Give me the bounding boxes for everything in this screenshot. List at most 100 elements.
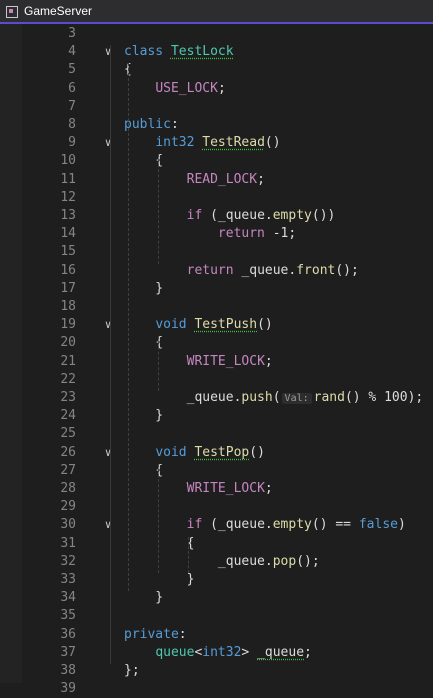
code-text[interactable]: }	[124, 280, 163, 298]
fold-chevron-down-icon[interactable]: ∨	[102, 444, 114, 462]
code-text[interactable]: public:	[124, 116, 179, 134]
code-text[interactable]: {	[124, 535, 195, 553]
code-line[interactable]: 18	[0, 298, 433, 316]
code-token: }	[124, 408, 164, 424]
code-line[interactable]: 4 ∨ class TestLock	[0, 43, 433, 61]
code-text[interactable]: }	[124, 571, 195, 589]
code-line[interactable]: 12	[0, 189, 433, 207]
code-text[interactable]: WRITE_LOCK;	[124, 480, 273, 498]
code-text[interactable]: };	[124, 662, 140, 680]
code-line[interactable]: 32 _queue.pop();	[0, 553, 433, 571]
code-line[interactable]: 13 if (_queue.empty())	[0, 207, 433, 225]
code-text[interactable]: class TestLock	[124, 43, 234, 61]
line-number: 25	[60, 426, 76, 442]
code-text[interactable]: }	[124, 407, 163, 425]
code-token: false	[358, 517, 398, 533]
code-line[interactable]: 27 {	[0, 462, 433, 480]
code-token: if	[186, 517, 203, 533]
code-line[interactable]: 24 }	[0, 407, 433, 425]
fold-chevron-down-icon[interactable]: ∨	[102, 516, 114, 534]
code-line[interactable]: 10 {	[0, 152, 433, 170]
code-text[interactable]: return _queue.front();	[124, 262, 359, 280]
code-text[interactable]: void TestPush()	[124, 316, 272, 334]
line-number: 30	[60, 517, 76, 533]
code-line[interactable]: 7	[0, 98, 433, 116]
code-token: USE_LOCK	[155, 80, 218, 96]
code-token: READ_LOCK	[186, 171, 258, 187]
code-line[interactable]: 5{	[0, 61, 433, 79]
code-line[interactable]: 23 _queue.push(Val: rand() % 100);	[0, 389, 433, 407]
code-token: () ==	[311, 517, 359, 533]
fold-chevron-down-icon[interactable]: ∨	[102, 134, 114, 152]
code-text[interactable]: private:	[124, 626, 187, 644]
code-token: ())	[311, 208, 336, 223]
code-token: >	[241, 644, 258, 660]
code-line[interactable]: 29	[0, 498, 433, 516]
code-line[interactable]: 36 private:	[0, 626, 433, 644]
fold-chevron-down-icon[interactable]: ∨	[102, 316, 114, 334]
code-line[interactable]: 28 WRITE_LOCK;	[0, 480, 433, 498]
code-line[interactable]: 8 public:	[0, 116, 433, 134]
code-line[interactable]: 38};	[0, 662, 433, 680]
line-number: 24	[60, 408, 76, 424]
fold-chevron-down-icon[interactable]: ∨	[102, 43, 114, 61]
code-token: ;	[264, 481, 273, 496]
code-token: ;	[257, 171, 265, 187]
code-line[interactable]: 3	[0, 25, 433, 43]
code-text[interactable]: _queue.push(Val: rand() % 100);	[124, 389, 424, 408]
code-text[interactable]: USE_LOCK;	[124, 80, 225, 98]
code-token: int32	[155, 135, 195, 151]
code-line[interactable]: 25	[0, 425, 433, 443]
code-line[interactable]: 20 {	[0, 334, 433, 352]
code-token: ()	[264, 135, 281, 151]
code-line[interactable]: 15	[0, 243, 433, 261]
indent-guide	[158, 463, 159, 573]
code-line[interactable]: 35	[0, 607, 433, 625]
code-text[interactable]: if (_queue.empty() == false)	[124, 516, 406, 534]
code-text[interactable]: int32 TestRead()	[124, 134, 281, 152]
line-number: 6	[68, 80, 76, 96]
code-line[interactable]: 14 return -1;	[0, 225, 433, 243]
code-line[interactable]: 11 READ_LOCK;	[0, 171, 433, 189]
code-token: (_queue.	[202, 517, 273, 533]
line-number: 10	[60, 153, 76, 169]
code-text[interactable]: return -1;	[124, 225, 296, 243]
code-line[interactable]: 34 }	[0, 589, 433, 607]
code-token: };	[124, 663, 140, 678]
code-line[interactable]: 17 }	[0, 280, 433, 298]
code-line[interactable]: 30 ∨ if (_queue.empty() == false)	[0, 516, 433, 534]
code-token: :	[170, 117, 179, 132]
code-token: ();	[296, 553, 320, 569]
code-token: queue	[155, 644, 195, 660]
indent-guide	[128, 63, 129, 592]
code-text[interactable]: }	[124, 589, 163, 607]
code-line[interactable]: 16 return _queue.front();	[0, 262, 433, 280]
project-title[interactable]: GameServer	[24, 4, 92, 18]
code-token: if	[186, 208, 203, 223]
code-line[interactable]: 6 USE_LOCK;	[0, 80, 433, 98]
code-token: _queue	[257, 644, 305, 660]
code-text[interactable]: if (_queue.empty())	[124, 207, 336, 225]
code-text[interactable]: WRITE_LOCK;	[124, 353, 273, 371]
code-text[interactable]: _queue.pop();	[124, 553, 320, 571]
code-line[interactable]: 26 ∨ void TestPop()	[0, 444, 433, 462]
code-text[interactable]: queue<int32> _queue;	[124, 644, 312, 662]
code-line[interactable]: 22	[0, 371, 433, 389]
code-line[interactable]: 19 ∨ void TestPush()	[0, 316, 433, 334]
code-token: ();	[335, 262, 359, 278]
code-text[interactable]: READ_LOCK;	[124, 171, 265, 189]
indent-guide	[158, 154, 159, 264]
code-line[interactable]: 37 queue<int32> _queue;	[0, 644, 433, 662]
code-line[interactable]: 33 }	[0, 571, 433, 589]
code-line[interactable]: 31 {	[0, 535, 433, 553]
fold-region-line	[110, 45, 111, 664]
code-line[interactable]: 9 ∨ int32 TestRead()	[0, 134, 433, 152]
code-token: {	[124, 535, 195, 551]
code-line[interactable]: 21 WRITE_LOCK;	[0, 353, 433, 371]
line-number: 26	[60, 444, 76, 460]
code-text[interactable]: void TestPop()	[124, 444, 265, 462]
parameter-hint: Val:	[281, 393, 312, 404]
line-number: 29	[60, 499, 76, 515]
